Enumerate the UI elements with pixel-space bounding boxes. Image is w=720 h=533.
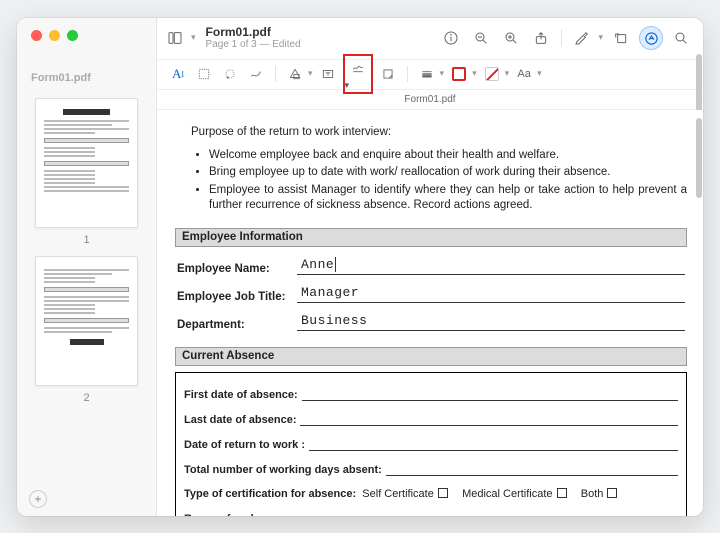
- sign-tool[interactable]: [347, 56, 369, 78]
- first-date-label: First date of absence:: [184, 389, 298, 401]
- zoom-out-button[interactable]: [469, 26, 493, 50]
- window-controls: [17, 18, 156, 50]
- fill-color-menu[interactable]: [481, 63, 503, 85]
- sketch-tool[interactable]: [245, 63, 267, 85]
- page-thumbnail-2[interactable]: [35, 256, 138, 386]
- add-page-button[interactable]: +: [29, 490, 47, 508]
- cert-both-checkbox[interactable]: [607, 488, 617, 498]
- chevron-down-icon: ▾: [537, 68, 542, 79]
- page-thumbnail-1[interactable]: [35, 98, 138, 228]
- preview-window: Form01.pdf 1: [17, 18, 703, 516]
- cert-both-label: Both: [581, 488, 604, 500]
- reason-label: Reason for absence:: [184, 513, 292, 516]
- field-employee-title: Employee Job Title: Manager: [177, 285, 685, 303]
- last-date-input[interactable]: [300, 412, 678, 426]
- close-window-button[interactable]: [31, 30, 42, 41]
- first-date-input[interactable]: [302, 387, 678, 401]
- chevron-down-icon: ▾: [308, 68, 313, 79]
- highlight-button[interactable]: [570, 26, 594, 50]
- bullet-item: Bring employee up to date with work/ rea…: [209, 165, 687, 181]
- document-viewport[interactable]: Purpose of the return to work interview:…: [157, 110, 703, 516]
- department-input[interactable]: Business: [297, 313, 685, 331]
- thumbnail-sidebar: Form01.pdf 1: [17, 18, 157, 516]
- thumbnail-list[interactable]: 1 2: [17, 94, 156, 482]
- note-tool[interactable]: [377, 63, 399, 85]
- chevron-down-icon: ▾: [191, 32, 196, 43]
- reason-input[interactable]: [296, 511, 678, 516]
- zoom-in-button[interactable]: [499, 26, 523, 50]
- last-date-label: Last date of absence:: [184, 414, 296, 426]
- markup-toggle-button[interactable]: [639, 26, 663, 50]
- field-reason: Reason for absence:: [184, 511, 678, 516]
- document-subtitle: Page 1 of 3 — Edited: [206, 39, 301, 51]
- cert-med-checkbox[interactable]: [557, 488, 567, 498]
- main-toolbar: ▾ Form01.pdf Page 1 of 3 — Edited ▾: [157, 18, 703, 60]
- return-date-input[interactable]: [309, 437, 678, 451]
- total-days-label: Total number of working days absent:: [184, 464, 382, 476]
- fullscreen-window-button[interactable]: [67, 30, 78, 41]
- text-tool[interactable]: [317, 63, 339, 85]
- markup-toolbar: AI ▾ ▾ ▾ ▾ ▾ Aa ▾: [157, 60, 703, 90]
- thumbnail-page-number-2: 2: [35, 392, 138, 404]
- share-button[interactable]: [529, 26, 553, 50]
- employee-title-label: Employee Job Title:: [177, 291, 297, 303]
- section-current-absence: Current Absence: [175, 347, 687, 366]
- chevron-down-icon: ▾: [598, 32, 603, 43]
- rect-select-tool[interactable]: [193, 63, 215, 85]
- chevron-down-icon: ▾: [505, 68, 510, 79]
- sign-tool-highlighted[interactable]: ▾: [343, 54, 373, 94]
- absence-box: First date of absence: Last date of abse…: [175, 372, 687, 516]
- cert-self-label: Self Certificate: [362, 488, 434, 500]
- section-employee-info: Employee Information: [175, 228, 687, 247]
- purpose-bullets: Welcome employee back and enquire about …: [175, 148, 687, 214]
- shapes-menu[interactable]: [284, 63, 306, 85]
- chevron-down-icon: ▾: [472, 68, 477, 79]
- text-cursor-tool[interactable]: AI: [167, 63, 189, 85]
- document-scrollbar-thumb[interactable]: [696, 118, 702, 198]
- field-total-days: Total number of working days absent:: [184, 462, 678, 476]
- field-department: Department: Business: [177, 313, 685, 331]
- employee-name-input[interactable]: Anne​: [297, 257, 685, 275]
- employee-title-input[interactable]: Manager: [297, 285, 685, 303]
- field-return-date: Date of return to work :: [184, 437, 678, 451]
- return-date-label: Date of return to work :: [184, 439, 305, 451]
- document-tab[interactable]: Form01.pdf: [157, 90, 703, 110]
- document-title: Form01.pdf: [206, 25, 301, 39]
- field-last-date: Last date of absence:: [184, 412, 678, 426]
- field-first-date: First date of absence:: [184, 387, 678, 401]
- line-style-menu[interactable]: [416, 63, 438, 85]
- department-label: Department:: [177, 319, 297, 331]
- search-button[interactable]: [669, 26, 693, 50]
- bullet-item: Employee to assist Manager to identify w…: [209, 183, 687, 214]
- info-button[interactable]: [439, 26, 463, 50]
- document-title-block[interactable]: Form01.pdf Page 1 of 3 — Edited: [206, 25, 301, 51]
- employee-name-label: Employee Name:: [177, 263, 297, 275]
- field-employee-name: Employee Name: Anne​: [177, 257, 685, 275]
- sidebar-document-title: Form01.pdf: [17, 50, 156, 94]
- border-color-menu[interactable]: [448, 63, 470, 85]
- rotate-button[interactable]: [609, 26, 633, 50]
- minimize-window-button[interactable]: [49, 30, 60, 41]
- chevron-down-icon: ▾: [440, 68, 445, 79]
- view-mode-button[interactable]: [163, 26, 187, 50]
- bullet-item: Welcome employee back and enquire about …: [209, 148, 687, 164]
- main-pane: ▾ Form01.pdf Page 1 of 3 — Edited ▾: [157, 18, 703, 516]
- lasso-tool[interactable]: [219, 63, 241, 85]
- font-style-menu[interactable]: Aa: [513, 63, 535, 85]
- thumbnail-page-number-1: 1: [35, 234, 138, 246]
- cert-self-checkbox[interactable]: [438, 488, 448, 498]
- chevron-down-icon: ▾: [345, 80, 350, 90]
- cert-label: Type of certification for absence:: [184, 488, 356, 500]
- purpose-heading: Purpose of the return to work interview:: [191, 126, 687, 138]
- field-certification: Type of certification for absence: Self …: [184, 487, 678, 500]
- total-days-input[interactable]: [386, 462, 678, 476]
- cert-med-label: Medical Certificate: [462, 488, 552, 500]
